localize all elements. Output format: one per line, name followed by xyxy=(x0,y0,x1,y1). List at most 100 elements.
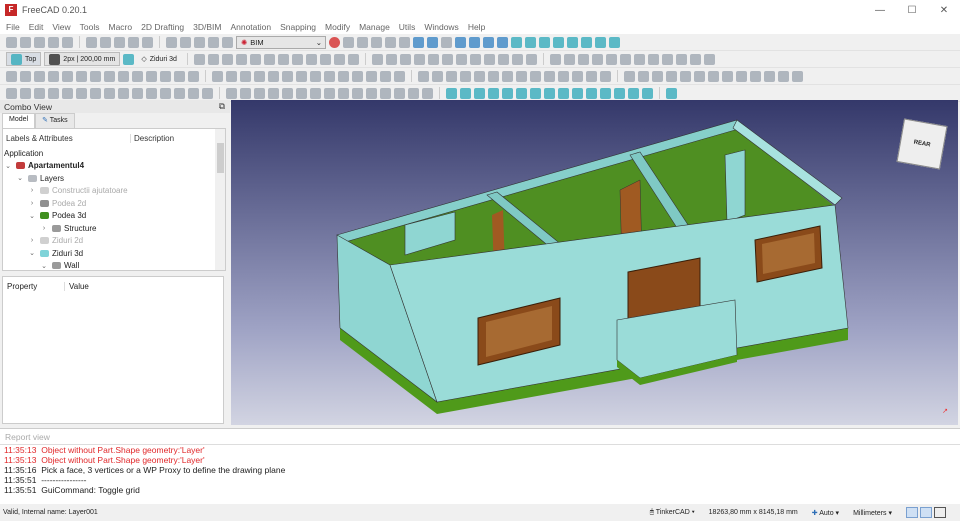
toolbar-tool-icon[interactable] xyxy=(20,36,31,48)
toolbar-tool-icon[interactable] xyxy=(441,53,453,65)
menu-view[interactable]: View xyxy=(52,22,70,32)
toolbar-tool-icon[interactable] xyxy=(380,87,391,99)
minimize-button[interactable]: — xyxy=(864,5,896,16)
toolbar-tool-icon[interactable] xyxy=(432,70,443,82)
expand-chevron-icon[interactable]: ⌄ xyxy=(39,262,49,270)
tab-model[interactable]: Model xyxy=(2,113,36,128)
toolbar-tool-icon[interactable] xyxy=(132,70,143,82)
toolbar-tool-icon[interactable] xyxy=(333,53,345,65)
toolbar-tool-icon[interactable] xyxy=(6,87,17,99)
menu-3d-bim[interactable]: 3D/BIM xyxy=(193,22,221,32)
toolbar-tool-icon[interactable] xyxy=(128,36,139,48)
tree-item[interactable]: ⌄ Apartamentul4 xyxy=(3,160,225,173)
tree-item[interactable]: ⌄ Podea 3d xyxy=(3,210,225,223)
expand-chevron-icon[interactable]: ⌄ xyxy=(3,162,13,170)
toolbar-tool-icon[interactable] xyxy=(666,70,677,82)
toolbar-tool-icon[interactable] xyxy=(34,87,45,99)
building-model[interactable] xyxy=(231,100,958,425)
navigation-cube[interactable]: REAR xyxy=(896,118,948,170)
float-panel-icon[interactable]: ⧉ xyxy=(219,101,225,112)
toolbar-tool-icon[interactable] xyxy=(446,70,457,82)
construction-mode-icon[interactable] xyxy=(123,53,135,65)
toolbar-tool-icon[interactable] xyxy=(291,53,303,65)
toolbar-tool-icon[interactable] xyxy=(329,36,340,48)
menu-2d-drafting[interactable]: 2D Drafting xyxy=(141,22,184,32)
toolbar-tool-icon[interactable] xyxy=(188,70,199,82)
expand-chevron-icon[interactable]: › xyxy=(27,200,37,207)
toolbar-tool-icon[interactable] xyxy=(502,87,513,99)
toolbar-tool-icon[interactable] xyxy=(6,36,17,48)
toolbar-tool-icon[interactable] xyxy=(34,70,45,82)
tree-item[interactable]: › Structure xyxy=(3,222,225,235)
toolbar-tool-icon[interactable] xyxy=(563,53,575,65)
menu-edit[interactable]: Edit xyxy=(29,22,44,32)
menu-windows[interactable]: Windows xyxy=(424,22,458,32)
toolbar-tool-icon[interactable] xyxy=(427,36,438,48)
toolbar-tool-icon[interactable] xyxy=(628,87,639,99)
toolbar-tool-icon[interactable] xyxy=(483,36,494,48)
tree-scrollbar[interactable] xyxy=(215,129,225,270)
tab-tasks[interactable]: ✎ Tasks xyxy=(35,113,75,128)
toolbar-tool-icon[interactable] xyxy=(778,70,789,82)
toolbar-tool-icon[interactable] xyxy=(422,87,433,99)
toolbar-tool-icon[interactable] xyxy=(310,70,321,82)
toolbar-tool-icon[interactable] xyxy=(708,70,719,82)
toolbar-tool-icon[interactable] xyxy=(539,36,550,48)
expand-chevron-icon[interactable]: ⌄ xyxy=(27,249,37,257)
toolbar-tool-icon[interactable] xyxy=(581,36,592,48)
menu-snapping[interactable]: Snapping xyxy=(280,22,316,32)
mode-dropdown[interactable]: ✚ Auto ▾ xyxy=(812,509,839,517)
toolbar-tool-icon[interactable] xyxy=(516,70,527,82)
toolbar-tool-icon[interactable] xyxy=(212,70,223,82)
toolbar-tool-icon[interactable] xyxy=(48,70,59,82)
toolbar-tool-icon[interactable] xyxy=(366,87,377,99)
toolbar-tool-icon[interactable] xyxy=(460,87,471,99)
toolbar-tool-icon[interactable] xyxy=(455,36,466,48)
toolbar-tool-icon[interactable] xyxy=(427,53,439,65)
toolbar-tool-icon[interactable] xyxy=(104,87,115,99)
toolbar-tool-icon[interactable] xyxy=(160,87,171,99)
toolbar-tool-icon[interactable] xyxy=(385,53,397,65)
toolbar-tool-icon[interactable] xyxy=(469,53,481,65)
toolbar-tool-icon[interactable] xyxy=(572,87,583,99)
toolbar-tool-icon[interactable] xyxy=(76,70,87,82)
view-top-button[interactable]: Top xyxy=(6,52,42,66)
toolbar-tool-icon[interactable] xyxy=(114,36,125,48)
toolbar-tool-icon[interactable] xyxy=(305,53,317,65)
toolbar-tool-icon[interactable] xyxy=(48,87,59,99)
toolbar-tool-icon[interactable] xyxy=(544,70,555,82)
toolbar-tool-icon[interactable] xyxy=(502,70,513,82)
toolbar-tool-icon[interactable] xyxy=(703,53,715,65)
toolbar-tool-icon[interactable] xyxy=(166,36,177,48)
toolbar-tool-icon[interactable] xyxy=(347,53,359,65)
toolbar-tool-icon[interactable] xyxy=(614,87,625,99)
toolbar-tool-icon[interactable] xyxy=(208,36,219,48)
toolbar-tool-icon[interactable] xyxy=(567,36,578,48)
units-dropdown[interactable]: Millimeters ▾ xyxy=(853,509,892,517)
toolbar-tool-icon[interactable] xyxy=(254,87,265,99)
toolbar-tool-icon[interactable] xyxy=(488,87,499,99)
3d-viewport[interactable]: REAR ↗ xyxy=(231,100,958,425)
toolbar-tool-icon[interactable] xyxy=(263,53,275,65)
tree-item[interactable]: › Podea 2d xyxy=(3,197,225,210)
toolbar-tool-icon[interactable] xyxy=(455,53,467,65)
toolbar-tool-icon[interactable] xyxy=(296,87,307,99)
toolbar-tool-icon[interactable] xyxy=(20,87,31,99)
menu-tools[interactable]: Tools xyxy=(80,22,100,32)
toolbar-tool-icon[interactable] xyxy=(413,36,424,48)
toolbar-tool-icon[interactable] xyxy=(722,70,733,82)
toolbar-tool-icon[interactable] xyxy=(460,70,471,82)
toolbar-tool-icon[interactable] xyxy=(638,70,649,82)
line-style-button[interactable]: 2px | 200,00 mm xyxy=(44,52,121,66)
toolbar-tool-icon[interactable] xyxy=(385,36,396,48)
toolbar-tool-icon[interactable] xyxy=(483,53,495,65)
toolbar-tool-icon[interactable] xyxy=(194,36,205,48)
toolbar-tool-icon[interactable] xyxy=(792,70,803,82)
expand-chevron-icon[interactable]: ⌄ xyxy=(27,212,37,220)
toolbar-tool-icon[interactable] xyxy=(619,53,631,65)
toolbar-tool-icon[interactable] xyxy=(525,53,537,65)
toolbar-tool-icon[interactable] xyxy=(530,87,541,99)
toolbar-tool-icon[interactable] xyxy=(624,70,635,82)
toolbar-tool-icon[interactable] xyxy=(689,53,701,65)
toolbar-tool-icon[interactable] xyxy=(62,36,73,48)
